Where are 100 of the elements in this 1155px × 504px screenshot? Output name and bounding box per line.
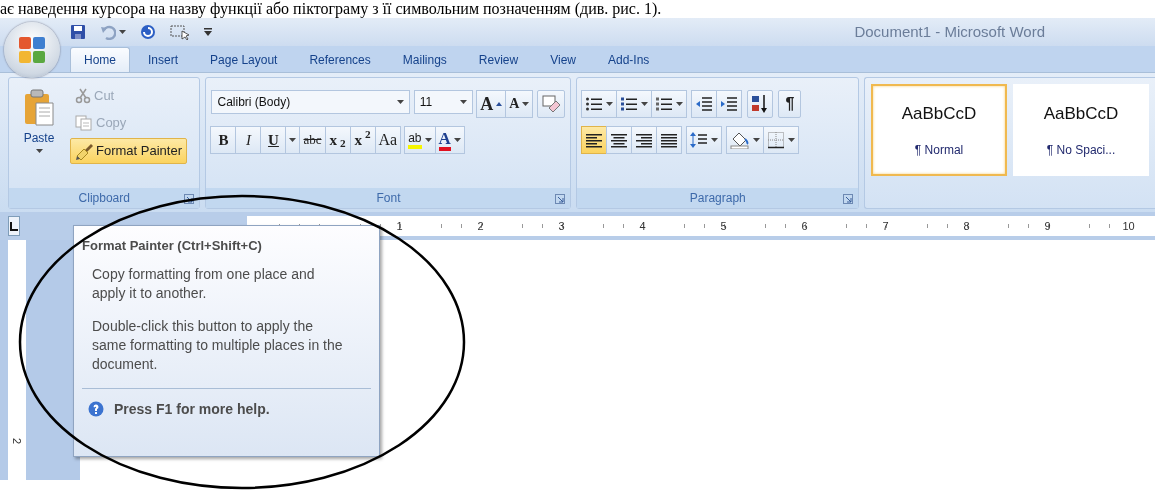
align-right-button[interactable] <box>631 126 658 154</box>
italic-button[interactable]: I <box>235 126 262 154</box>
subscript-button[interactable]: x$_{2}$ <box>324 126 351 154</box>
tooltip-text: Copy formatting from one place and apply it to another. <box>91 264 316 303</box>
line-spacing-icon <box>690 131 709 149</box>
numbered-list-icon <box>620 96 639 112</box>
help-text: Press F1 for more help. <box>114 399 270 419</box>
caret-icon <box>711 138 719 142</box>
ribbon-tab[interactable]: Home <box>70 47 130 72</box>
ruler-number: 5 <box>719 219 728 234</box>
align-left-button[interactable] <box>581 126 608 154</box>
caret-icon <box>676 102 684 106</box>
font-size-dropdown[interactable]: 11 <box>413 90 474 114</box>
border-grid-icon <box>767 131 786 149</box>
bulleted-list-icon <box>585 96 604 112</box>
two-pages-icon <box>75 115 93 131</box>
align-center-button[interactable] <box>606 126 633 154</box>
align-center-icon <box>610 131 629 149</box>
scissors-icon <box>75 88 91 104</box>
caret-icon <box>424 138 432 142</box>
window-title: Document1 - Microsoft Word <box>854 21 1045 42</box>
clipboard-icon <box>23 89 55 127</box>
bullets-button[interactable] <box>581 90 618 118</box>
ruler-number: 2 <box>476 219 485 234</box>
dotted-page-cursor-icon <box>170 24 190 40</box>
group-label: Clipboard <box>78 190 130 207</box>
group-label: Paragraph <box>689 190 746 207</box>
caret-icon <box>460 100 468 104</box>
ruler-number: 9 <box>1043 219 1052 234</box>
show-marks-button[interactable]: ¶ <box>778 90 802 118</box>
ruler-number: 6 <box>800 219 809 234</box>
case-button[interactable]: Aa <box>374 126 402 154</box>
underline-button[interactable]: U <box>260 126 287 154</box>
ruler-number: 4 <box>638 219 647 234</box>
borders-button[interactable] <box>763 126 800 154</box>
ribbon-tab[interactable]: Add-Ins <box>593 47 664 72</box>
align-justify-button[interactable] <box>656 126 683 154</box>
dialog-launcher-icon <box>843 194 853 204</box>
multilevel-list-button[interactable] <box>651 90 688 118</box>
paint-bucket-icon <box>730 131 751 149</box>
shrink-font-button[interactable]: A <box>505 90 534 118</box>
undo-arrow-icon <box>100 24 116 40</box>
ruler-number: 8 <box>962 219 971 234</box>
help-icon <box>88 401 104 417</box>
dialog-launcher-icon <box>184 194 195 204</box>
align-left-icon <box>585 131 604 149</box>
caret-icon <box>788 138 796 142</box>
dialog-launcher-icon <box>555 194 566 204</box>
painter-button[interactable]: Format Painter <box>70 138 187 164</box>
ruler-number: 7 <box>881 219 890 234</box>
ruler-number: 10 <box>1121 219 1136 234</box>
up-caret-icon <box>496 102 503 106</box>
caret-icon <box>641 102 649 106</box>
increase-indent-button[interactable] <box>716 90 743 118</box>
ruler-number: 1 <box>395 219 404 234</box>
grow-font-button[interactable]: A <box>476 90 507 118</box>
style-gallery-item[interactable]: AaBbCcD ¶ No Spaci... <box>1013 84 1149 176</box>
ribbon-tab[interactable]: Page Layout <box>196 47 292 72</box>
circular-arrow-icon <box>140 24 156 40</box>
line-caret-icon <box>204 28 212 36</box>
font-name-dropdown[interactable]: Calibri (Body) <box>211 90 410 114</box>
superscript-button[interactable]: x$^{2}$ <box>349 126 376 154</box>
line-spacing-button[interactable] <box>686 126 723 154</box>
clear-formatting-button[interactable] <box>537 90 566 118</box>
ribbon-tab[interactable]: References <box>295 47 385 72</box>
caret-icon <box>606 102 614 106</box>
paste-button[interactable]: Paste <box>14 84 64 188</box>
bold-button[interactable]: B <box>210 126 237 154</box>
paintbrush-icon <box>75 142 93 160</box>
ruler-number: 3 <box>557 219 566 234</box>
four-squares-logo-icon <box>17 35 47 65</box>
caret-icon <box>753 138 761 142</box>
ruler-number: 2 <box>11 437 23 445</box>
ribbon-tab[interactable]: View <box>536 47 590 72</box>
tab-stop-icon <box>9 221 19 231</box>
multilevel-list-icon <box>655 96 674 112</box>
font-color-button[interactable]: A <box>434 126 465 154</box>
ribbon-tab[interactable]: Mailings <box>388 47 461 72</box>
caret-icon <box>522 102 530 106</box>
caret-icon <box>453 138 461 142</box>
align-right-icon <box>635 131 654 149</box>
tooltip-text: Double-click this button to apply the same formatting to multiple places in the document. <box>91 316 344 374</box>
increase-indent-icon <box>720 96 739 112</box>
strikethrough-button[interactable]: abc <box>299 126 326 154</box>
align-justify-icon <box>660 131 679 149</box>
dialog-launcher-button[interactable] <box>183 193 196 205</box>
decrease-indent-icon <box>695 96 714 112</box>
eraser-page-icon <box>541 94 562 114</box>
style-gallery-item[interactable]: AaBbCcD ¶ Normal <box>871 84 1007 176</box>
caret-icon <box>396 100 404 104</box>
ribbon-tab[interactable]: Review <box>464 47 533 72</box>
shading-button[interactable] <box>726 126 765 154</box>
numbering-button[interactable] <box>616 90 653 118</box>
ribbon-tab[interactable]: Insert <box>134 47 193 72</box>
tooltip-title: Format Painter (Ctrl+Shift+C) <box>82 237 263 255</box>
highlight-button[interactable]: ab <box>404 126 436 154</box>
sort-button[interactable] <box>747 90 774 118</box>
decrease-indent-button[interactable] <box>691 90 718 118</box>
tab-selector-button[interactable] <box>8 216 20 236</box>
caret-icon <box>119 30 126 34</box>
